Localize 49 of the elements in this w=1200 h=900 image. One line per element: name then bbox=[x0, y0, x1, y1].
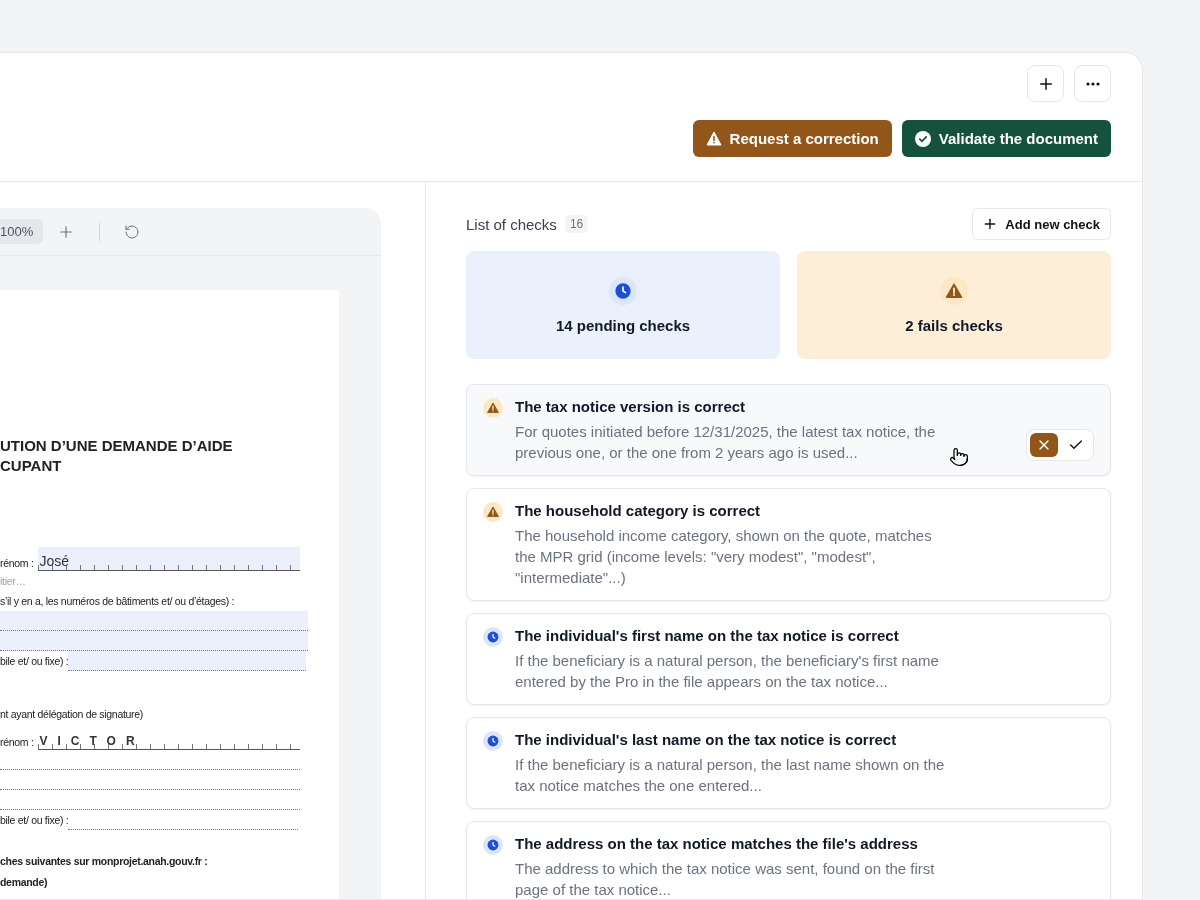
document-text: itier… bbox=[0, 574, 27, 589]
check-card[interactable]: The household category is correct The household income category, shown on the quote, matches the MPR grid (income levels: "very modest", "modest", "intermediate"...) bbox=[466, 488, 1111, 601]
more-icon bbox=[1085, 81, 1100, 86]
validate-button[interactable]: Validate the document bbox=[901, 120, 1111, 157]
form-label: rénom : bbox=[0, 736, 34, 750]
check-title: The household category is correct bbox=[515, 502, 762, 519]
request-correction-button[interactable]: Request a correction bbox=[692, 120, 892, 157]
clock-icon bbox=[609, 276, 637, 305]
check-card[interactable]: The individual's last name on the tax notice is correct If the beneficiary is a natural person, the last name shown on the tax notice matches the one entered... bbox=[466, 717, 1111, 809]
zoom-level: 100% bbox=[0, 219, 44, 244]
reject-button[interactable] bbox=[1030, 433, 1058, 457]
document-text: bile et/ ou fixe) : bbox=[0, 654, 69, 669]
check-circle-icon bbox=[914, 130, 931, 147]
list-title: List of checks bbox=[466, 215, 557, 233]
document-text: nt ayant délégation de signature) bbox=[0, 707, 145, 722]
form-label: rénom : bbox=[0, 557, 34, 571]
add-button[interactable] bbox=[1027, 65, 1064, 102]
check-description: If the beneficiary is a natural person, the last name shown on the tax notice matches the one entered... bbox=[515, 756, 945, 794]
check-title: The individual's last name on the tax notice is correct bbox=[515, 731, 898, 748]
document-title: UTION D’UNE DEMANDE D’AIDE bbox=[0, 436, 234, 456]
check-description: If the beneficiary is a natural person, the beneficiary's first name entered by the Pro in the file appears on the tax notice... bbox=[515, 652, 939, 690]
check-title: The individual's first name on the tax notice is correct bbox=[515, 627, 900, 644]
hand-cursor-icon bbox=[949, 447, 969, 467]
warning-icon bbox=[483, 502, 503, 522]
document-text: bile et/ ou fixe) : bbox=[0, 813, 69, 828]
letter-boxes-field: José bbox=[37, 547, 300, 571]
check-card[interactable]: The individual's first name on the tax notice is correct If the beneficiary is a natural person, the beneficiary's first name entered by the Pro in the file appears on the tax notice... bbox=[466, 613, 1111, 705]
summary-label: 2 fails checks bbox=[905, 316, 1003, 334]
warning-icon bbox=[483, 398, 503, 418]
check-title: The tax notice version is correct bbox=[515, 398, 747, 415]
rotate-button[interactable] bbox=[124, 223, 141, 240]
clock-icon bbox=[483, 627, 503, 647]
clock-icon bbox=[483, 835, 503, 855]
check-title: The address on the tax notice matches the file's address bbox=[515, 835, 919, 852]
warning-icon bbox=[705, 131, 722, 146]
warning-icon bbox=[940, 276, 968, 305]
document-text: ches suivantes sur monprojet.anah.gouv.fr : bbox=[0, 854, 209, 869]
check-description: The household income category, shown on the quote, matches the MPR grid (income levels: "very modest", "modest", "intermediate"...) bbox=[515, 527, 932, 586]
clock-icon bbox=[483, 731, 503, 751]
document-title: CUPANT bbox=[0, 456, 63, 476]
check-description: For quotes initiated before 12/31/2025, the latest tax notice, the previous one, or the one from 2 years ago is used... bbox=[515, 423, 936, 461]
count-badge: 16 bbox=[564, 215, 589, 233]
check-card[interactable]: The address on the tax notice matches the file's address The address to which the tax notice was sent, found on the first page of the tax notice... bbox=[466, 821, 1111, 899]
check-description: The address to which the tax notice was sent, found on the first page of the tax notice... bbox=[515, 860, 935, 898]
summary-label: 14 pending checks bbox=[555, 316, 691, 334]
check-card[interactable]: The tax notice version is correct For quotes initiated before 12/31/2025, the latest tax notice, the previous one, or the one from 2 years ago is used... bbox=[466, 384, 1111, 476]
add-check-button[interactable]: Add new check bbox=[972, 208, 1111, 240]
document-text: demande) bbox=[0, 875, 49, 890]
document-text: s’il y en a, les numéros de bâtiments et/ ou d’étages) : bbox=[0, 594, 236, 609]
